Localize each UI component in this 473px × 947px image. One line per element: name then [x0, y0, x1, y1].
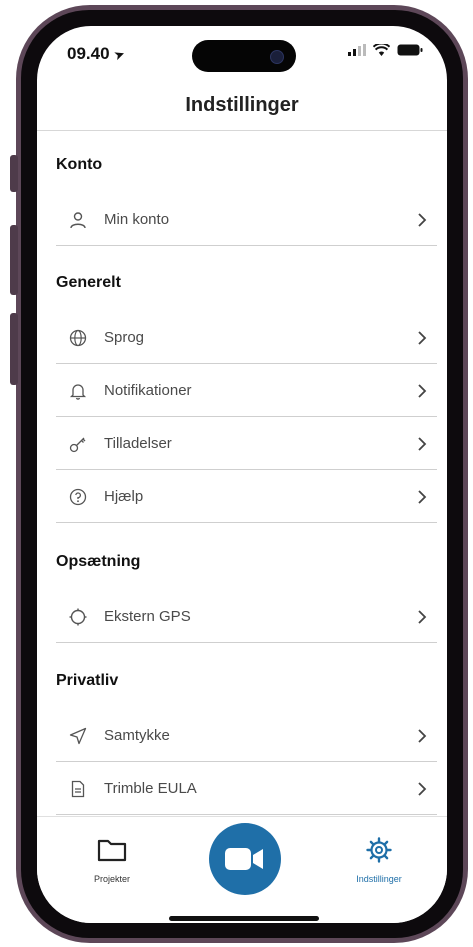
dynamic-island — [192, 40, 296, 72]
tab-label: Indstillinger — [356, 874, 402, 884]
gps-icon — [69, 608, 87, 626]
phone-side-button — [10, 155, 18, 192]
row-divider — [56, 642, 437, 643]
record-video-button[interactable] — [209, 823, 281, 895]
row-divider — [56, 363, 437, 364]
camera-icon — [270, 50, 284, 64]
chevron-right-icon — [418, 490, 427, 504]
settings-row-tilladelser[interactable]: Tilladelser — [56, 418, 437, 470]
bell-icon — [69, 384, 87, 400]
section-title-privatliv: Privatliv — [56, 672, 119, 689]
row-divider — [56, 416, 437, 417]
person-icon — [70, 212, 86, 229]
phone-screen: 09.40 ➤ Indstillinger Konto Min konto Ge… — [37, 26, 447, 923]
row-divider — [56, 761, 437, 762]
tab-projekter[interactable]: Projekter — [72, 837, 152, 884]
status-time: 09.40 — [67, 44, 110, 63]
section-title-opsaetning: Opsætning — [56, 553, 141, 570]
home-indicator — [169, 916, 319, 921]
row-label: Notifikationer — [104, 382, 192, 399]
settings-row-notifikationer[interactable]: Notifikationer — [56, 365, 437, 417]
phone-side-button — [10, 313, 18, 385]
status-bar: 09.40 ➤ — [37, 26, 447, 86]
row-label: Trimble EULA — [104, 780, 197, 797]
settings-row-sprog[interactable]: Sprog — [56, 312, 437, 364]
row-divider — [56, 469, 437, 470]
row-label: Ekstern GPS — [104, 608, 191, 625]
row-label: Min konto — [104, 211, 170, 228]
battery-icon — [397, 44, 423, 56]
row-label: Samtykke — [104, 727, 170, 744]
section-title-generelt: Generelt — [56, 274, 121, 291]
row-label: Sprog — [104, 329, 145, 346]
chevron-right-icon — [418, 384, 427, 398]
wifi-icon — [373, 44, 390, 56]
document-icon — [71, 780, 85, 798]
chevron-right-icon — [418, 331, 427, 345]
status-icons — [348, 44, 423, 56]
settings-row-min-konto[interactable]: Min konto — [56, 194, 437, 246]
tab-indstillinger[interactable]: Indstillinger — [339, 837, 419, 884]
settings-row-samtykke[interactable]: Samtykke — [56, 710, 437, 762]
settings-row-hjaelp[interactable]: Hjælp — [56, 471, 437, 523]
tab-bar: Projekter Indstillinger — [37, 816, 447, 923]
chevron-right-icon — [418, 610, 427, 624]
status-time-wrap: 09.40 ➤ — [67, 44, 127, 64]
chevron-right-icon — [418, 782, 427, 796]
location-arrow-icon: ➤ — [111, 45, 127, 64]
row-label: Tilladelser — [104, 435, 172, 452]
page-title: Indstillinger — [185, 94, 299, 116]
chevron-right-icon — [418, 437, 427, 451]
globe-icon — [69, 329, 87, 347]
row-divider — [56, 522, 437, 523]
key-icon — [69, 437, 86, 453]
settings-row-ekstern-gps[interactable]: Ekstern GPS — [56, 591, 437, 643]
row-divider — [56, 814, 437, 815]
gear-icon — [366, 837, 392, 863]
section-title-konto: Konto — [56, 156, 103, 173]
chevron-right-icon — [418, 729, 427, 743]
signal-icon — [348, 44, 366, 56]
row-label: Hjælp — [104, 488, 144, 505]
chevron-right-icon — [418, 213, 427, 227]
video-camera-icon — [225, 848, 263, 870]
help-icon — [69, 488, 87, 506]
settings-row-trimble-eula[interactable]: Trimble EULA — [56, 763, 437, 815]
folder-icon — [97, 839, 127, 862]
header-divider — [37, 130, 447, 131]
tab-label: Projekter — [93, 874, 130, 884]
row-divider — [56, 245, 437, 246]
send-icon — [69, 727, 87, 745]
phone-side-button — [10, 225, 18, 295]
